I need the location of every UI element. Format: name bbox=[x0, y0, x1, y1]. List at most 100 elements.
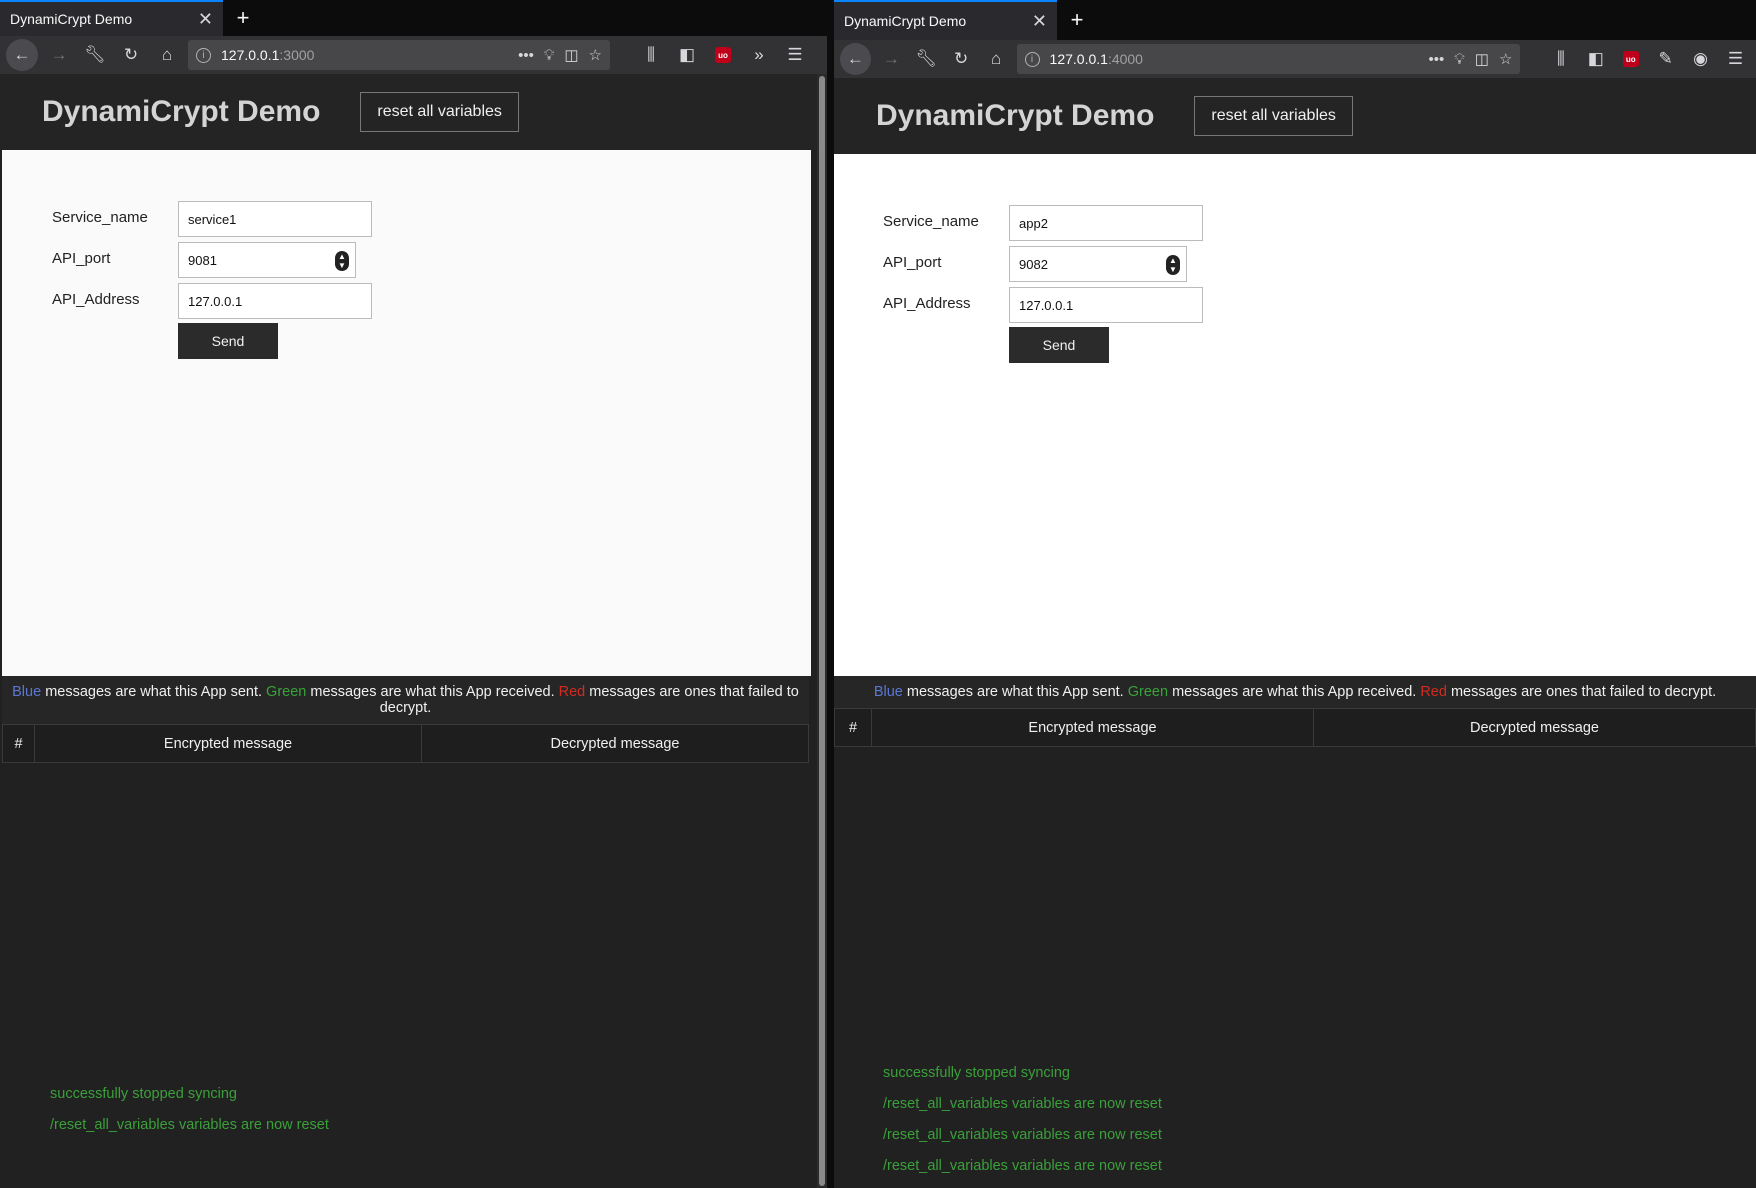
url-port: :3000 bbox=[279, 47, 315, 63]
more-icon[interactable]: ••• bbox=[1429, 51, 1445, 68]
info-icon[interactable]: i bbox=[196, 47, 211, 63]
api-address-input[interactable]: 127.0.0.1 bbox=[1009, 287, 1203, 323]
service-name-input[interactable]: app2 bbox=[1009, 205, 1203, 241]
forward-icon[interactable]: → bbox=[877, 44, 906, 74]
legend-text-1: messages are what this App sent. bbox=[902, 684, 1128, 700]
col-decrypted-header: Decrypted message bbox=[1313, 708, 1756, 747]
menu-icon[interactable]: ☰ bbox=[1721, 44, 1750, 74]
reset-all-variables-button[interactable]: reset all variables bbox=[1194, 96, 1353, 136]
window-divider bbox=[827, 0, 834, 1188]
legend-blue: Blue bbox=[873, 684, 903, 700]
table-header-row: # Encrypted message Decrypted message bbox=[2, 724, 809, 763]
wrench-icon[interactable]: 🔧︎ bbox=[912, 44, 941, 74]
browser-tab[interactable]: DynamiCrypt Demo ✕ bbox=[0, 0, 223, 36]
close-tab-icon[interactable]: ✕ bbox=[1032, 11, 1047, 32]
log-line: /reset_all_variables variables are now r… bbox=[883, 1127, 1162, 1143]
info-icon[interactable]: i bbox=[1024, 51, 1040, 67]
scrollbar-thumb[interactable] bbox=[819, 76, 825, 1186]
log-line: successfully stopped syncing bbox=[883, 1065, 1070, 1081]
log-line: /reset_all_variables variables are now r… bbox=[50, 1117, 329, 1133]
pen-icon[interactable]: ✎ bbox=[1651, 44, 1680, 74]
col-num-header: # bbox=[2, 724, 35, 763]
log-line: /reset_all_variables variables are now r… bbox=[883, 1096, 1162, 1112]
api-port-label: API_port bbox=[52, 250, 111, 267]
app-header: DynamiCrypt Demo reset all variables bbox=[834, 78, 1756, 154]
reload-icon[interactable]: ↻ bbox=[116, 40, 146, 70]
tab-bar: DynamiCrypt Demo ✕ + bbox=[834, 0, 1756, 40]
close-tab-icon[interactable]: ✕ bbox=[198, 9, 213, 30]
col-encrypted-header: Encrypted message bbox=[871, 708, 1314, 747]
library-icon[interactable]: ⫼ bbox=[636, 40, 666, 70]
menu-icon[interactable]: ☰ bbox=[780, 40, 810, 70]
legend-text-1: messages are what this App sent. bbox=[41, 684, 267, 700]
forward-icon[interactable]: → bbox=[44, 40, 74, 70]
lightbulb-icon[interactable]: 💡︎ bbox=[1454, 51, 1465, 68]
api-port-value: 9081 bbox=[188, 252, 217, 268]
ublock-icon[interactable]: uo bbox=[708, 40, 738, 70]
legend-text-2: messages are what this App received. bbox=[306, 684, 559, 700]
back-icon[interactable]: ← bbox=[6, 39, 38, 71]
log-line: successfully stopped syncing bbox=[50, 1086, 237, 1102]
api-port-input[interactable]: 9082 ▲ ▼ bbox=[1009, 246, 1187, 282]
nav-toolbar: ← → 🔧︎ ↻ ⌂ i 127.0.0.1:4000 ••• 💡︎ ◫ ☆ ⫼… bbox=[834, 40, 1756, 78]
nav-toolbar: ← → 🔧︎ ↻ ⌂ i 127.0.0.1:3000 ••• 💡︎ ◫ ☆ ⫼… bbox=[0, 36, 827, 74]
browser-window-right: DynamiCrypt Demo ✕ + ← → 🔧︎ ↻ ⌂ i 127.0.… bbox=[834, 0, 1756, 1188]
service-name-input[interactable]: service1 bbox=[178, 201, 372, 237]
page-content: DynamiCrypt Demo reset all variables Ser… bbox=[834, 78, 1756, 1188]
api-address-label: API_Address bbox=[883, 295, 971, 312]
pocket-icon[interactable]: ◫ bbox=[1475, 50, 1489, 68]
account-icon[interactable]: ◉ bbox=[1686, 44, 1715, 74]
scrollbar[interactable] bbox=[817, 74, 827, 1188]
legend-green: Green bbox=[1127, 684, 1169, 700]
reload-icon[interactable]: ↻ bbox=[947, 44, 976, 74]
app-title: DynamiCrypt Demo bbox=[42, 95, 321, 128]
app-header: DynamiCrypt Demo reset all variables bbox=[0, 74, 827, 150]
send-button[interactable]: Send bbox=[178, 323, 278, 359]
new-tab-button[interactable]: + bbox=[1057, 0, 1097, 40]
back-icon[interactable]: ← bbox=[840, 43, 871, 75]
legend-green: Green bbox=[266, 684, 307, 700]
wrench-icon[interactable]: 🔧︎ bbox=[80, 40, 110, 70]
api-address-input[interactable]: 127.0.0.1 bbox=[178, 283, 372, 319]
url-host: 127.0.0.1 bbox=[221, 47, 280, 63]
overflow-icon[interactable]: » bbox=[744, 40, 774, 70]
col-num-header: # bbox=[834, 708, 872, 747]
url-bar[interactable]: i 127.0.0.1:3000 ••• 💡︎ ◫ ☆ bbox=[188, 40, 610, 70]
url-port: :4000 bbox=[1107, 51, 1143, 67]
browser-window-left: DynamiCrypt Demo ✕ + ← → 🔧︎ ↻ ⌂ i 127.0.… bbox=[0, 0, 827, 1188]
legend-red: Red bbox=[558, 684, 586, 700]
reset-all-variables-button[interactable]: reset all variables bbox=[360, 92, 519, 132]
browser-tab[interactable]: DynamiCrypt Demo ✕ bbox=[834, 0, 1057, 40]
legend-text-3: messages are ones that failed to decrypt… bbox=[1446, 684, 1717, 700]
spinner-icon[interactable]: ▲ ▼ bbox=[335, 251, 349, 271]
pocket-icon[interactable]: ◫ bbox=[564, 46, 578, 64]
home-icon[interactable]: ⌂ bbox=[982, 44, 1011, 74]
legend-text: Blue messages are what this App sent. Gr… bbox=[2, 676, 809, 724]
table-header-row: # Encrypted message Decrypted message bbox=[834, 708, 1756, 747]
library-icon[interactable]: ⫼ bbox=[1546, 44, 1575, 74]
star-icon[interactable]: ☆ bbox=[589, 46, 602, 64]
tab-title: DynamiCrypt Demo bbox=[10, 11, 133, 27]
page-content: DynamiCrypt Demo reset all variables Ser… bbox=[0, 74, 827, 1188]
legend-red: Red bbox=[1420, 684, 1447, 700]
app-title: DynamiCrypt Demo bbox=[876, 99, 1155, 132]
lightbulb-icon[interactable]: 💡︎ bbox=[544, 47, 555, 64]
home-icon[interactable]: ⌂ bbox=[152, 40, 182, 70]
spinner-icon[interactable]: ▲ ▼ bbox=[1166, 255, 1180, 275]
api-port-input[interactable]: 9081 ▲ ▼ bbox=[178, 242, 356, 278]
star-icon[interactable]: ☆ bbox=[1499, 50, 1512, 68]
config-form: Service_name app2 API_port 9082 ▲ ▼ API_A… bbox=[834, 154, 1756, 676]
config-form: Service_name service1 API_port 9081 ▲ ▼ A… bbox=[2, 150, 811, 676]
sidebar-icon[interactable]: ◧ bbox=[1581, 44, 1610, 74]
url-bar[interactable]: i 127.0.0.1:4000 ••• 💡︎ ◫ ☆ bbox=[1016, 44, 1521, 74]
service-name-label: Service_name bbox=[883, 213, 979, 230]
legend-text: Blue messages are what this App sent. Gr… bbox=[834, 676, 1756, 708]
tab-title: DynamiCrypt Demo bbox=[844, 13, 967, 29]
legend-text-2: messages are what this App received. bbox=[1168, 684, 1421, 700]
log-line: /reset_all_variables variables are now r… bbox=[883, 1158, 1162, 1174]
new-tab-button[interactable]: + bbox=[223, 0, 263, 36]
sidebar-icon[interactable]: ◧ bbox=[672, 40, 702, 70]
send-button[interactable]: Send bbox=[1009, 327, 1109, 363]
more-icon[interactable]: ••• bbox=[518, 47, 534, 64]
ublock-icon[interactable]: uo bbox=[1616, 44, 1645, 74]
